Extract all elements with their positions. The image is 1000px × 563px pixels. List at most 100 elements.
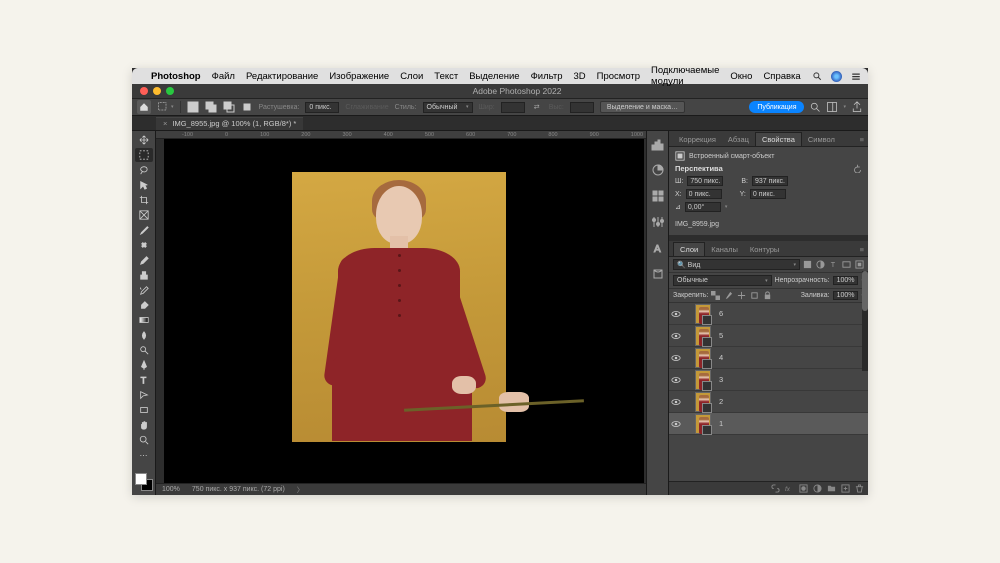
opacity-value[interactable]: 100% [833, 276, 859, 285]
visibility-toggle-icon[interactable] [671, 309, 681, 319]
history-brush-tool[interactable] [135, 283, 153, 297]
layer-filter-dropdown[interactable]: 🔍 Вид▾ [673, 259, 800, 270]
adjustments-panel-icon[interactable] [651, 215, 665, 229]
angle-dropdown[interactable]: ▾ [725, 204, 728, 210]
panel-menu-icon[interactable]: ≡ [856, 133, 868, 146]
menu-image[interactable]: Изображение [329, 71, 389, 82]
style-dropdown[interactable]: Обычный▾ [423, 102, 473, 113]
menu-type[interactable]: Текст [434, 71, 458, 82]
selection-subtract-icon[interactable] [223, 101, 235, 113]
rectangle-tool[interactable] [135, 403, 153, 417]
tab-paths[interactable]: Контуры [744, 243, 785, 256]
visibility-toggle-icon[interactable] [671, 419, 681, 429]
dodge-tool[interactable] [135, 343, 153, 357]
workspace-icon[interactable] [826, 101, 838, 113]
menu-help[interactable]: Справка [763, 71, 800, 82]
share-icon[interactable] [851, 101, 863, 113]
layer-name[interactable]: 3 [719, 375, 723, 384]
filter-smart-icon[interactable] [855, 260, 864, 269]
tab-layers[interactable]: Слои [673, 242, 705, 256]
selection-new-icon[interactable] [187, 101, 199, 113]
tab-properties[interactable]: Свойства [755, 132, 802, 146]
foreground-color-swatch[interactable] [135, 473, 147, 485]
link-layers-icon[interactable] [771, 484, 780, 493]
fill-value[interactable]: 100% [833, 291, 859, 300]
visibility-toggle-icon[interactable] [671, 397, 681, 407]
edit-toolbar-button[interactable]: ⋯ [135, 448, 153, 462]
frame-tool[interactable] [135, 208, 153, 222]
libraries-panel-icon[interactable] [651, 267, 665, 281]
height-field[interactable] [752, 176, 788, 186]
status-chevron-icon[interactable]: 〉 [297, 485, 304, 495]
move-tool[interactable] [135, 133, 153, 147]
hand-tool[interactable] [135, 418, 153, 432]
color-panel-icon[interactable] [651, 163, 665, 177]
tool-preset-dropdown[interactable]: ▾ [157, 101, 174, 113]
new-layer-icon[interactable] [841, 484, 850, 493]
layer-row[interactable]: 1 [669, 413, 868, 435]
mask-icon[interactable] [799, 484, 808, 493]
canvas-viewport[interactable] [164, 139, 644, 483]
layer-row[interactable]: 4 [669, 347, 868, 369]
path-tool[interactable] [135, 388, 153, 402]
menu-window[interactable]: Окно [730, 71, 752, 82]
crop-tool[interactable] [135, 193, 153, 207]
lasso-tool[interactable] [135, 163, 153, 177]
eyedropper-tool[interactable] [135, 223, 153, 237]
filter-shape-icon[interactable] [842, 260, 851, 269]
group-icon[interactable] [827, 484, 836, 493]
app-name[interactable]: Photoshop [151, 71, 201, 82]
histogram-icon[interactable] [651, 137, 665, 151]
layer-name[interactable]: 5 [719, 331, 723, 340]
lock-position-icon[interactable] [737, 291, 746, 300]
layer-name[interactable]: 1 [719, 419, 723, 428]
visibility-toggle-icon[interactable] [671, 353, 681, 363]
search-icon[interactable] [809, 101, 821, 113]
type-tool[interactable]: T [135, 373, 153, 387]
menu-filter[interactable]: Фильтр [531, 71, 563, 82]
antialias-checkbox[interactable]: Сглаживание [345, 104, 388, 111]
zoom-tool[interactable] [135, 433, 153, 447]
glyphs-panel-icon[interactable]: A [651, 241, 665, 255]
delete-layer-icon[interactable] [855, 484, 864, 493]
close-tab-icon[interactable]: × [163, 119, 167, 128]
blend-mode-dropdown[interactable]: Обычные▾ [673, 275, 772, 286]
maximize-window-button[interactable] [166, 87, 174, 95]
filter-pixel-icon[interactable] [803, 260, 812, 269]
minimize-window-button[interactable] [153, 87, 161, 95]
menu-layer[interactable]: Слои [400, 71, 423, 82]
panel-scrollbar[interactable] [862, 271, 868, 371]
menu-edit[interactable]: Редактирование [246, 71, 318, 82]
y-field[interactable] [750, 189, 786, 199]
layer-row[interactable]: 5 [669, 325, 868, 347]
lock-all-icon[interactable] [763, 291, 772, 300]
publish-button[interactable]: Публикация [749, 101, 804, 113]
layer-row[interactable]: 6 [669, 303, 868, 325]
selection-tool[interactable] [135, 178, 153, 192]
close-window-button[interactable] [140, 87, 148, 95]
heal-tool[interactable] [135, 238, 153, 252]
lock-artboard-icon[interactable] [750, 291, 759, 300]
home-button[interactable] [137, 100, 151, 114]
lock-pixels-icon[interactable] [724, 291, 733, 300]
menu-select[interactable]: Выделение [469, 71, 519, 82]
lock-transparency-icon[interactable] [711, 291, 720, 300]
width-field[interactable] [687, 176, 723, 186]
visibility-toggle-icon[interactable] [671, 375, 681, 385]
filter-type-icon[interactable]: T [829, 260, 838, 269]
menu-plugins[interactable]: Подключаемые модули [651, 65, 719, 87]
visibility-toggle-icon[interactable] [671, 331, 681, 341]
swatches-panel-icon[interactable] [651, 189, 665, 203]
document-tab[interactable]: × IMG_8955.jpg @ 100% (1, RGB/8*) * [156, 117, 303, 130]
filter-adjust-icon[interactable] [816, 260, 825, 269]
zoom-level[interactable]: 100% [162, 486, 180, 493]
control-center-icon[interactable] [851, 71, 861, 81]
adjustment-layer-icon[interactable] [813, 484, 822, 493]
tab-character[interactable]: Символ [802, 133, 841, 146]
gradient-tool[interactable] [135, 313, 153, 327]
layers-menu-icon[interactable]: ≡ [856, 243, 868, 256]
selection-add-icon[interactable] [205, 101, 217, 113]
layer-row[interactable]: 2 [669, 391, 868, 413]
layer-name[interactable]: 2 [719, 397, 723, 406]
blur-tool[interactable] [135, 328, 153, 342]
